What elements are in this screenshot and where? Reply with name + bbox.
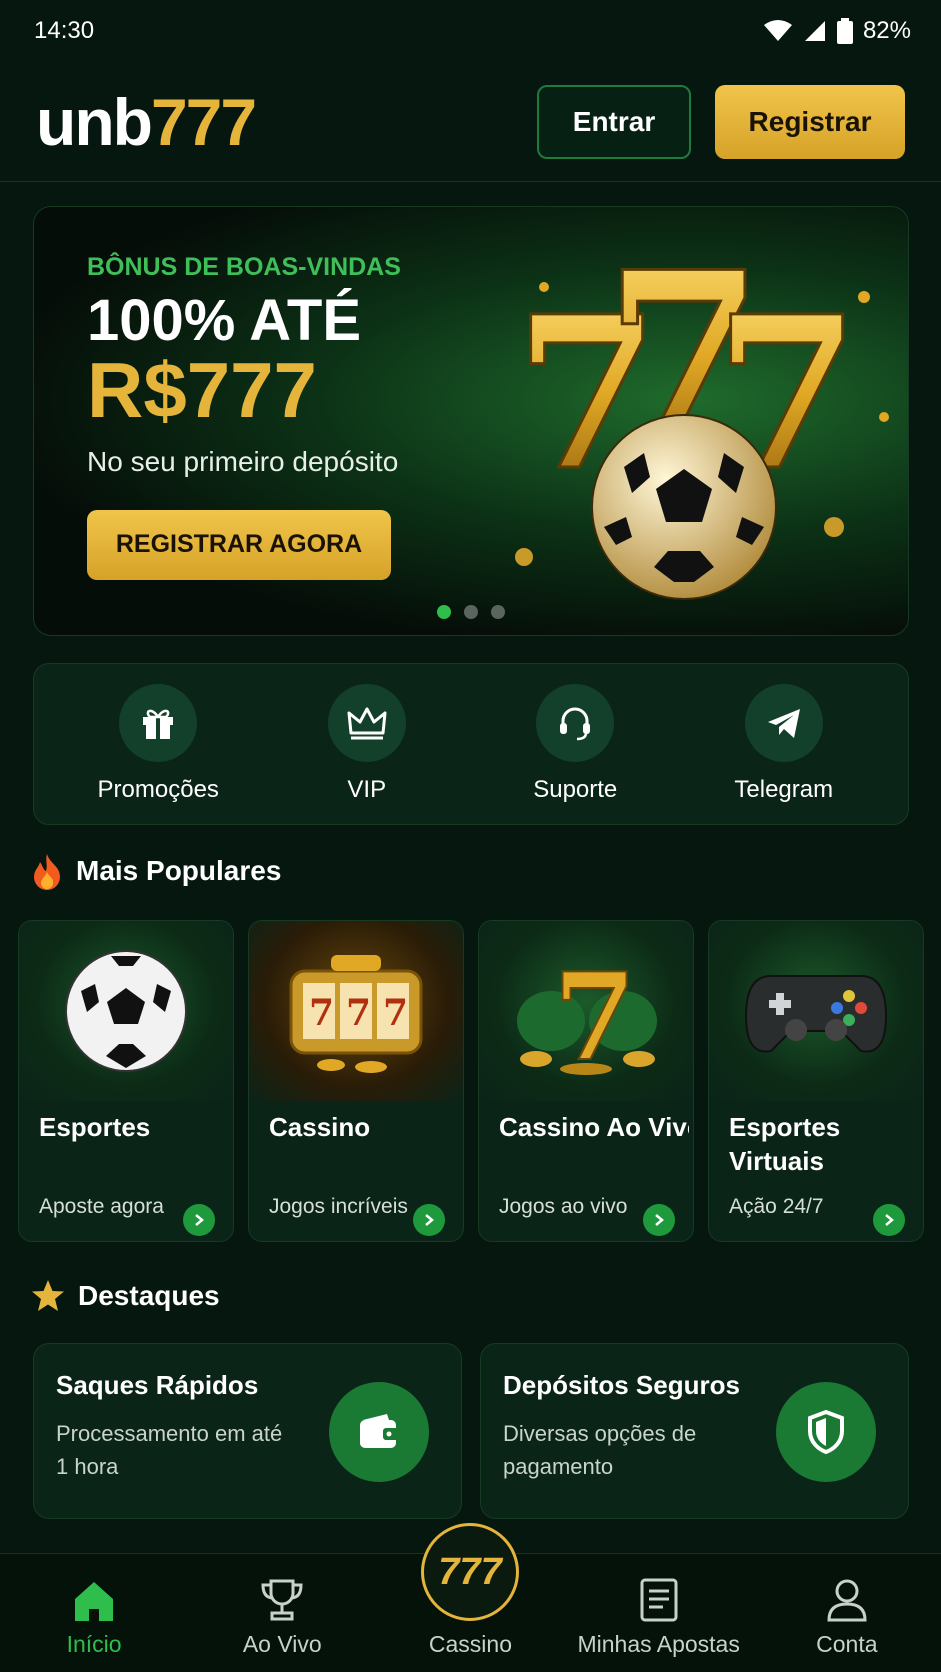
chevron-right-icon[interactable] (873, 1204, 905, 1236)
quick-link-label: Promoções (97, 776, 219, 803)
card-esportes[interactable]: Esportes Aposte agora (18, 920, 234, 1242)
nav-label: Início (66, 1631, 122, 1657)
card-subtitle: Jogos incríveis (269, 1195, 408, 1218)
card-title: Esportes (39, 1112, 151, 1142)
signal-icon (804, 21, 825, 41)
card-subtitle: Jogos ao vivo (499, 1195, 628, 1218)
logo-text-777: 777 (150, 84, 257, 159)
quick-link-label: Suporte (533, 776, 618, 803)
feature-description: Diversas opções de pagamento (503, 1421, 697, 1479)
777-icon[interactable]: 777 (421, 1523, 519, 1621)
quick-link-vip[interactable]: VIP (277, 684, 457, 804)
card-title: Esportes Virtuais (729, 1112, 841, 1176)
user-icon (827, 1579, 867, 1622)
quick-link-suporte[interactable]: Suporte (485, 684, 665, 804)
register-button[interactable]: Registrar (715, 84, 905, 159)
nav-item-ao-vivo[interactable]: Ao Vivo (192, 1577, 372, 1658)
feature-saques-rapidos[interactable]: Saques Rápidos Processamento em até 1 ho… (33, 1343, 462, 1519)
banner-amount: R$777 (87, 346, 317, 434)
card-title: Cassino (269, 1112, 371, 1142)
quick-links: Promoções VIP Suporte Telegram (33, 663, 909, 825)
battery-icon (836, 18, 853, 44)
register-now-button[interactable]: REGISTRAR AGORA (87, 509, 391, 580)
card-cassino-ao-vivo[interactable]: 7 Cassino Ao Vivo Jogos ao vivo (478, 920, 694, 1242)
brand-logo[interactable]: unb777 (36, 84, 257, 160)
nav-label: Conta (816, 1631, 878, 1657)
pagination-dot-2[interactable] (464, 605, 478, 619)
quick-link-promocoes[interactable]: Promoções (68, 684, 248, 804)
home-icon (75, 1582, 114, 1621)
nav-item-conta[interactable]: Conta (757, 1577, 937, 1658)
headset-icon (536, 684, 615, 762)
shield-icon (776, 1382, 876, 1482)
section-popular-title: Mais Populares (30, 852, 281, 890)
wifi-icon (763, 20, 792, 41)
wallet-icon (329, 1382, 429, 1482)
gamepad-icon (709, 921, 923, 1101)
chevron-right-icon[interactable] (643, 1204, 675, 1236)
section-popular-label: Mais Populares (76, 855, 282, 886)
quick-link-label: VIP (347, 776, 387, 803)
banner-pagination (437, 605, 505, 619)
chevron-right-icon[interactable] (413, 1204, 445, 1236)
pagination-dot-3[interactable] (491, 605, 505, 619)
banner-text: BÔNUS DE BOAS-VINDAS 100% ATÉ R$777 No s… (87, 253, 401, 580)
svg-text:7: 7 (383, 992, 408, 1034)
battery-level: 82% (862, 17, 911, 44)
banner-777-soccer-art: 7 7 7 (513, 237, 889, 600)
gift-icon (119, 684, 198, 762)
card-cassino[interactable]: 7 7 7 Cassino Jogos incríveis (248, 920, 464, 1242)
quick-link-telegram[interactable]: Telegram (694, 684, 874, 804)
status-bar: 14:30 82% (0, 0, 941, 62)
card-subtitle: Aposte agora (39, 1195, 164, 1218)
feature-depositos-seguros[interactable]: Depósitos Seguros Diversas opções de pag… (480, 1343, 909, 1519)
nav-label: Minhas Apostas (577, 1631, 740, 1657)
nav-item-inicio[interactable]: Início (4, 1579, 184, 1658)
card-title: Cassino Ao Vivo (499, 1112, 689, 1142)
trophy-icon (261, 1579, 303, 1621)
chevron-right-icon[interactable] (183, 1204, 215, 1236)
receipt-icon (640, 1578, 678, 1622)
nav-item-minhas-apostas[interactable]: Minhas Apostas (569, 1577, 749, 1658)
nav-label: Cassino (428, 1631, 513, 1657)
highlight-cards: Saques Rápidos Processamento em até 1 ho… (33, 1343, 909, 1519)
feature-description: Processamento em até 1 hora (56, 1421, 283, 1479)
star-icon (32, 1280, 64, 1311)
crown-icon (327, 684, 406, 762)
telegram-icon (744, 684, 823, 762)
section-highlights-label: Destaques (78, 1280, 220, 1311)
promo-banner[interactable]: BÔNUS DE BOAS-VINDAS 100% ATÉ R$777 No s… (33, 206, 909, 636)
nav-label: Ao Vivo (242, 1631, 322, 1657)
logo-text-unb: unb (36, 84, 153, 159)
popular-cards: Esportes Aposte agora 7 7 7 Cassino Jogo… (18, 920, 924, 1242)
status-icons: 82% (763, 17, 911, 45)
app-header: unb777 Entrar Registrar (0, 62, 941, 182)
auth-buttons: Entrar Registrar (537, 84, 905, 159)
svg-text:7: 7 (309, 992, 334, 1034)
lucky-seven-icon: 7 (479, 921, 693, 1101)
quick-link-label: Telegram (734, 776, 834, 803)
fire-icon (34, 854, 60, 890)
nav-center-badge: 777 (438, 1550, 502, 1593)
soccer-ball-icon (19, 921, 233, 1101)
banner-subtitle: No seu primeiro depósito (87, 445, 399, 477)
card-esportes-virtuais[interactable]: Esportes Virtuais Ação 24/7 (708, 920, 924, 1242)
card-subtitle: Ação 24/7 (729, 1195, 824, 1218)
slot-machine-icon: 7 7 7 (249, 921, 463, 1101)
banner-eyebrow: BÔNUS DE BOAS-VINDAS (87, 253, 401, 281)
login-button[interactable]: Entrar (537, 84, 691, 159)
banner-headline: 100% ATÉ (87, 288, 361, 353)
pagination-dot-1[interactable] (437, 605, 451, 619)
svg-text:7: 7 (346, 992, 371, 1034)
status-time: 14:30 (34, 17, 95, 44)
section-highlights-title: Destaques (30, 1278, 220, 1314)
